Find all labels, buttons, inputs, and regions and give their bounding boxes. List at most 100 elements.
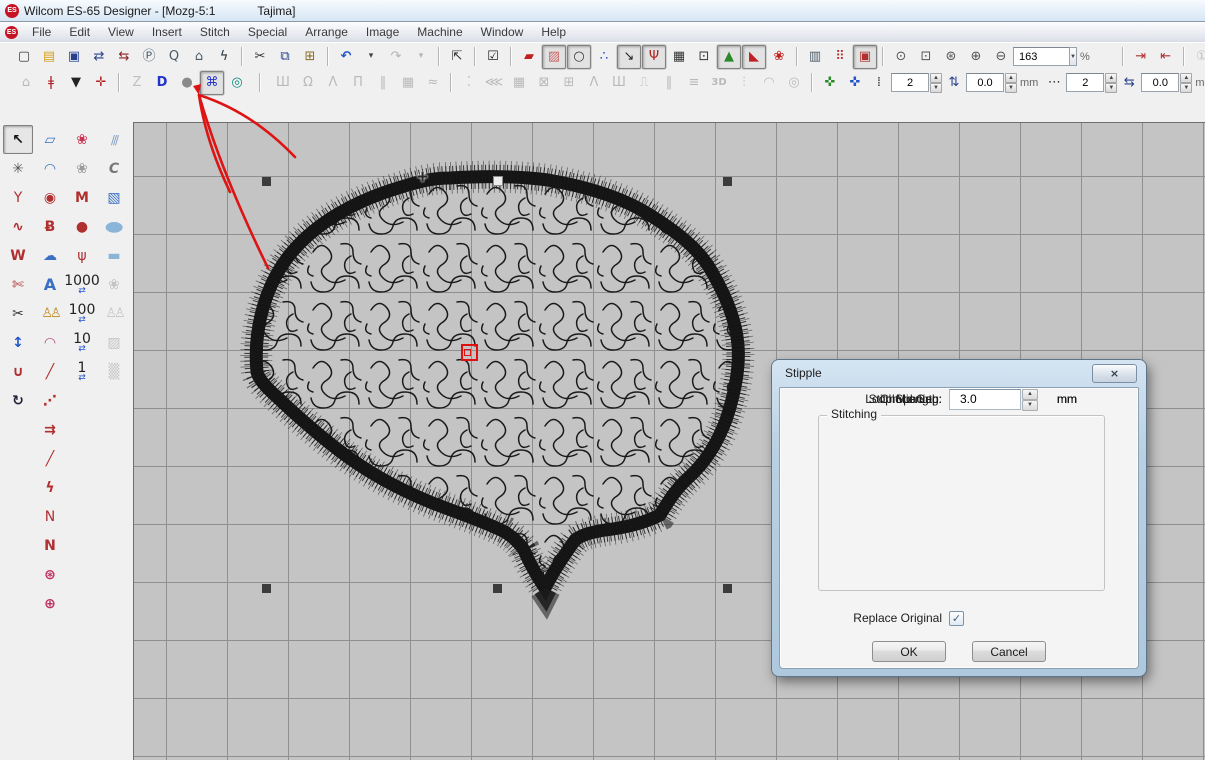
toolbox-item[interactable] (3, 502, 33, 531)
menu-item[interactable]: Machine (408, 23, 471, 41)
stitch-length-spinner[interactable] (1005, 73, 1017, 92)
parameter-spinner[interactable] (1022, 389, 1038, 410)
knife-tool[interactable]: ▧ (99, 183, 129, 212)
toolbox-item[interactable] (67, 473, 97, 502)
toolbox-item[interactable] (3, 560, 33, 589)
block-fill-button[interactable]: ⊞ (557, 71, 581, 95)
stitch-count-spinner[interactable] (930, 73, 942, 92)
reshape-arc-tool[interactable]: ◠ (35, 328, 65, 357)
outline-view-button[interactable]: ○ (567, 45, 591, 69)
read-from-machine-button[interactable]: ⇆ (112, 45, 136, 69)
thread-colors-button[interactable]: ⠿ (828, 45, 852, 69)
satin-stitch-button[interactable]: Ш (271, 71, 295, 95)
selection-handle[interactable] (723, 584, 732, 593)
toolbox-item[interactable] (67, 386, 97, 415)
star-fill-tool[interactable]: ⊛ (35, 560, 65, 589)
zoom-1to1-button[interactable]: ⊙ (889, 45, 913, 69)
wave-fill-button[interactable]: ≈ (421, 71, 445, 95)
zigzag-stitch-button[interactable]: Λ (321, 71, 345, 95)
node-edit-button[interactable]: ✛ (89, 71, 113, 95)
toolbox-item[interactable] (67, 560, 97, 589)
three-d-effect-button[interactable]: 3D (707, 71, 731, 95)
zoom-out-button[interactable]: ⊖ (989, 45, 1013, 69)
zigzag-fill-button[interactable]: ⋘ (482, 71, 506, 95)
parameter-input[interactable] (949, 389, 1021, 410)
satin-swatch-button[interactable]: ▰ (517, 45, 541, 69)
zoom-1-tool[interactable]: 1 ⇄ (67, 357, 97, 386)
close-icon[interactable]: × (1092, 364, 1137, 383)
copy-button[interactable]: ⧉ (273, 45, 297, 69)
hatch-fill-button[interactable]: ▨ (542, 45, 566, 69)
redo-dropdown[interactable]: ▾ (409, 45, 433, 69)
monogram-alt-tool[interactable]: ❀ (67, 154, 97, 183)
scratch-effect-button[interactable]: ⫶ (732, 71, 756, 95)
toolbox-item[interactable] (3, 415, 33, 444)
menu-item[interactable]: Special (239, 23, 296, 41)
run-zigzag-tool[interactable]: ∿ (3, 212, 33, 241)
selection-handle[interactable] (493, 584, 502, 593)
remove-overlap-tool[interactable]: Ƀ (35, 212, 65, 241)
stitch-length-input[interactable] (966, 73, 1004, 92)
offset-object-button[interactable]: D (150, 71, 174, 95)
toolbox-item[interactable] (99, 589, 129, 618)
needle-points-button[interactable]: ∴ (592, 45, 616, 69)
sculpture-run-tool[interactable]: ϟ (35, 473, 65, 502)
run-count-input[interactable] (1066, 73, 1104, 92)
branch-tool[interactable]: Y (3, 183, 33, 212)
zoom-factor-input[interactable] (1013, 47, 1070, 66)
contour-fill-button[interactable]: ≡ (682, 71, 706, 95)
menu-item[interactable]: Arrange (296, 23, 357, 41)
toolbox-item[interactable] (67, 589, 97, 618)
menu-item[interactable]: File (23, 23, 60, 41)
toolbox-item[interactable] (67, 502, 97, 531)
grid-fill-button[interactable]: ▦ (396, 71, 420, 95)
stitch-list-button[interactable]: ▥ (803, 45, 827, 69)
needle-point-button[interactable]: ǂ (39, 71, 63, 95)
zoom-fit-button[interactable]: ⊛ (939, 45, 963, 69)
toolbox-item[interactable] (3, 473, 33, 502)
needle-point-tool[interactable]: ψ (67, 241, 97, 270)
object-select-button[interactable]: ⇱ (445, 45, 469, 69)
satin-effect-button[interactable]: Ш (607, 71, 631, 95)
selection-handle[interactable] (723, 177, 732, 186)
background-color-button[interactable]: ▣ (853, 45, 877, 69)
craft-figure-tool[interactable]: ♙♙ (99, 299, 129, 328)
penetration-button[interactable]: Ψ (642, 45, 666, 69)
selection-handle[interactable] (493, 176, 503, 186)
run-count-spinner[interactable] (1105, 73, 1117, 92)
reshape-tool[interactable]: ▱ (35, 125, 65, 154)
document-logo-icon[interactable]: ES (5, 26, 18, 39)
paste-button[interactable]: ⊞ (298, 45, 322, 69)
menu-item[interactable]: Image (357, 23, 408, 41)
save-design-button[interactable]: ▣ (62, 45, 86, 69)
satin-column-tool[interactable]: N (35, 531, 65, 560)
zoom-1000-tool[interactable]: 1000 ⇄ (67, 270, 97, 299)
line-fill-button[interactable]: ‖ (657, 71, 681, 95)
stitch-count-input[interactable] (891, 73, 929, 92)
undo-dropdown[interactable]: ▾ (359, 45, 383, 69)
measure-tool[interactable]: ↕ (3, 328, 33, 357)
bead-tool[interactable]: ● (67, 212, 97, 241)
zoom-100-tool[interactable]: 100 ⇄ (67, 299, 97, 328)
menu-item[interactable]: Window (472, 23, 533, 41)
needle-select-button[interactable]: ▼ (64, 71, 88, 95)
zoom-10-tool[interactable]: 10 ⇄ (67, 328, 97, 357)
replace-original-checkbox[interactable]: ✓ (949, 611, 964, 626)
selection-handle[interactable] (262, 584, 271, 593)
lettering-tool[interactable]: A (35, 270, 65, 299)
stitch-angle-button[interactable]: ↘ (617, 45, 641, 69)
show-vector-button[interactable]: ◣ (742, 45, 766, 69)
monogram-tool[interactable]: ❀ (67, 125, 97, 154)
toolbox-item[interactable] (3, 444, 33, 473)
radial-fill-tool[interactable]: ⊕ (35, 589, 65, 618)
menu-item[interactable]: View (99, 23, 143, 41)
curve-fill-button[interactable]: ⊠ (532, 71, 556, 95)
redo-button[interactable]: ↷ (384, 45, 408, 69)
reshape-envelope-tool[interactable]: ◠ (35, 154, 65, 183)
menu-item[interactable]: Edit (60, 23, 99, 41)
new-design-button[interactable]: ▢ (12, 45, 36, 69)
pattern-stamp-button[interactable]: Z (125, 71, 149, 95)
gap-length-input[interactable] (1141, 73, 1179, 92)
toolbox-item[interactable] (99, 502, 129, 531)
ellipse-tool[interactable]: ● (99, 212, 129, 241)
